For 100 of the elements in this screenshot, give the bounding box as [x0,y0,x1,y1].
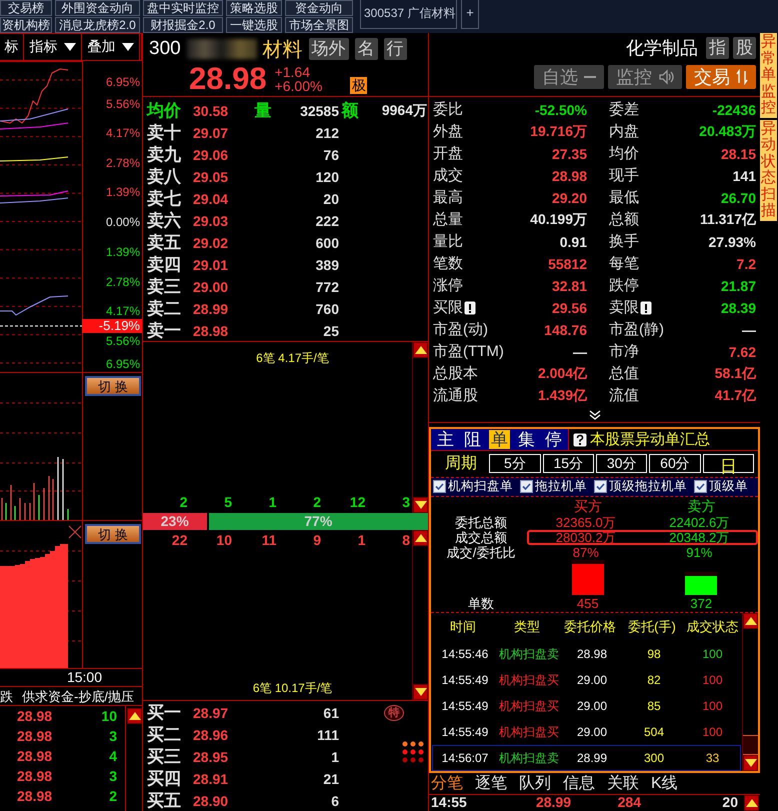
field-value: 28.15 [720,146,756,162]
column-header: 时间 [449,618,477,636]
help-icon [573,432,587,447]
trade-row[interactable]: 14:56:07 机构扫盘卖 28.99 300 33 [432,745,741,771]
monitor-button[interactable]: 监控 [608,65,682,89]
scroll-down-button[interactable] [413,496,428,512]
nav-button[interactable]: 外围资金动向 [55,0,140,16]
checkbox[interactable] [594,480,607,494]
field-value: 28.39 [720,300,756,316]
ask-volume: 20 [322,190,339,206]
scroll-up-button[interactable] [413,530,428,546]
detail-tab[interactable]: K线 [651,773,678,794]
checkbox[interactable] [433,480,446,494]
swap-arrows-icon [736,69,748,85]
count-cell-text: 10 [215,532,232,548]
sell-amount: 22402.6万 [668,517,730,528]
column-header: 供求资金-抄底/抛压 [22,688,134,705]
switch-button[interactable]: 切 换 [85,376,141,396]
field-label: 每笔 [609,254,639,274]
price-cell: 28.98 [17,788,52,806]
period-button[interactable]: 5分 [489,454,541,474]
triangle-down-icon [414,688,426,696]
field-label: 委差 [609,100,639,120]
nav-button[interactable]: 盘中实时监控 [143,0,223,16]
nav-button[interactable]: 消息龙虎榜2.0 [55,17,140,33]
detail-tab[interactable]: 信息 [563,773,595,794]
trade-row[interactable]: 14:55:49 机构扫盘买 29.00 82 100 [432,667,741,693]
field-value: 32.81 [550,278,587,294]
trade-row[interactable]: 14:55:49 机构扫盘买 29.00 504 100 [432,719,741,745]
field-value: -52.50% [534,102,587,118]
axis-label: 6.95% [104,75,140,89]
ask-label: 卖四 [147,254,182,276]
buy-count: 455 [576,596,600,612]
nav-button[interactable]: 交易榜 [0,0,52,16]
ask-price: 29.04 [193,190,230,206]
scroll-up-button[interactable] [413,342,428,358]
alert-icon [464,300,476,315]
type-cell-text: 机构扫盘买 [498,672,560,688]
tag-button[interactable]: 行 [384,38,407,60]
scroll-up-button[interactable] [744,795,759,811]
scroll-down-button[interactable] [743,755,758,771]
ask-volume: 25 [322,322,339,338]
scroll-up-button[interactable] [127,708,142,724]
nav-button[interactable]: 财报掘金2.0 [143,17,223,33]
buy-amount: 32365.0万 [554,517,617,528]
field-value: 32585 [299,102,339,118]
nav-button[interactable]: 市场全景图 [285,17,353,33]
period-button[interactable]: 30分 [596,454,648,474]
checkbox[interactable] [694,480,707,494]
detail-tab[interactable]: 逐笔 [475,773,507,794]
count-cell-text: 5 [223,494,232,510]
type-cell-text: 机构扫盘买 [498,698,560,714]
nav-button[interactable]: 资机构榜 [0,17,52,33]
period-button[interactable]: 60分 [649,454,701,474]
time-cell-text: 14:56:07 [440,751,490,765]
ask-label: 卖五 [147,232,182,254]
field-label: 买限 [433,298,463,318]
field-label: 成交 [433,166,463,186]
scroll-down-button[interactable] [413,684,428,700]
period-button[interactable]: 日 [702,454,754,474]
axis-label: 5.56% [104,334,140,348]
scroll-up-button[interactable] [743,613,758,629]
trade-row[interactable]: 14:55:46 机构扫盘卖 28.98 98 100 [432,641,741,667]
field-value: 27.35 [550,146,587,162]
field-value: 30.58 [193,102,230,118]
switch-button[interactable]: 切 换 [85,524,141,544]
detail-tab[interactable]: 队列 [519,773,551,794]
ask-label: 卖二 [147,298,182,320]
row-label: 成交总额 [454,530,508,545]
field-label: 总值 [609,364,639,384]
count-cell: 2 [109,788,117,806]
field-value: 141 [732,168,756,184]
tag-button[interactable]: 指 [706,37,729,59]
tag-button[interactable]: 场外 [308,38,349,60]
field-label: 换手 [609,232,639,252]
field-label: 市盈(动) [433,320,488,340]
detail-tab[interactable]: 分笔 [431,773,463,794]
tag-button[interactable]: 名 [354,38,378,60]
type-cell-text: 机构扫盘卖 [498,750,560,766]
panel-tab[interactable]: 主 [435,430,456,450]
minus-icon [584,76,596,78]
nav-button[interactable]: 资金动向 [285,0,353,16]
panel-tab[interactable]: 单 [489,430,510,450]
trade-row[interactable]: 14:55:49 机构扫盘买 29.00 85 100 [432,693,741,719]
lots-cell-text: 98 [646,647,662,661]
nav-button[interactable]: 一键选股 [226,17,282,33]
ask-label: 卖七 [147,188,182,210]
period-button[interactable]: 15分 [542,454,594,474]
panel-tab[interactable]: 阻 [462,430,483,450]
panel-tab[interactable]: 集 [516,430,537,450]
field-value: — [572,344,587,360]
watchlist-button[interactable]: 自选 [534,65,604,89]
trade-button[interactable]: 交易 [686,65,756,89]
detail-tab[interactable]: 关联 [607,773,639,794]
panel-tab[interactable]: 停 [543,430,564,450]
tag-button[interactable]: 股 [733,37,756,59]
field-value: — [741,322,756,338]
checkbox[interactable] [520,480,533,494]
column-header: 卖方 [686,499,716,515]
nav-button[interactable]: 策略选股 [226,0,282,16]
